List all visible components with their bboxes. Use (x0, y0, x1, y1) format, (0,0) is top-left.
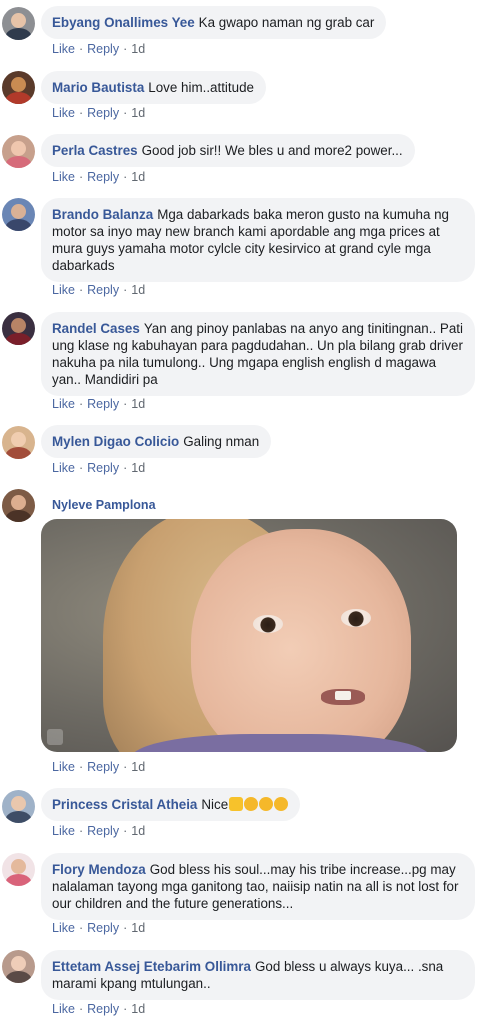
comment-actions: Like · Reply · 1d (52, 921, 146, 935)
like-button[interactable]: Like (52, 1002, 75, 1016)
comment-author[interactable]: Ebyang Onallimes Yee (52, 15, 195, 30)
comment-text: Galing nman (183, 434, 260, 449)
like-button[interactable]: Like (52, 106, 75, 120)
avatar[interactable] (2, 950, 35, 983)
timestamp[interactable]: 1d (131, 760, 145, 774)
reply-button[interactable]: Reply (87, 921, 119, 935)
reply-button[interactable]: Reply (87, 170, 119, 184)
timestamp[interactable]: 1d (131, 106, 145, 120)
timestamp[interactable]: 1d (131, 42, 145, 56)
clapping-hands-emoji-icon (274, 797, 289, 811)
comment-author[interactable]: Perla Castres (52, 143, 138, 158)
avatar[interactable] (2, 426, 35, 459)
comment-bubble: Randel Cases Yan ang pinoy panlabas na an… (41, 312, 475, 396)
comment-actions: Like · Reply · 1d (52, 106, 146, 120)
like-button[interactable]: Like (52, 824, 75, 838)
comment-author[interactable]: Nyleve Pamplona (52, 498, 156, 512)
timestamp[interactable]: 1d (131, 1002, 145, 1016)
comment-text: Ka gwapo naman ng grab car (198, 15, 375, 30)
comment-actions: Like · Reply · 1d (52, 824, 146, 838)
comment-author[interactable]: Mylen Digao Colicio (52, 434, 179, 449)
gif-reaction-image[interactable] (41, 519, 457, 752)
comment-text: Love him..attitude (148, 80, 254, 95)
like-button[interactable]: Like (52, 461, 75, 475)
avatar[interactable] (2, 489, 35, 522)
comment-bubble: Ettetam Assej Etebarim Ollimra God bless … (41, 950, 475, 1000)
like-button[interactable]: Like (52, 760, 75, 774)
avatar[interactable] (2, 853, 35, 886)
comment-actions: Like · Reply · 1d (52, 461, 146, 475)
timestamp[interactable]: 1d (131, 461, 145, 475)
like-button[interactable]: Like (52, 921, 75, 935)
reply-button[interactable]: Reply (87, 461, 119, 475)
reply-button[interactable]: Reply (87, 397, 119, 411)
avatar[interactable] (2, 7, 35, 40)
comment-bubble: Brando Balanza Mga dabarkads baka meron g… (41, 198, 475, 282)
avatar[interactable] (2, 71, 35, 104)
like-button[interactable]: Like (52, 283, 75, 297)
avatar[interactable] (2, 790, 35, 823)
comment-actions: Like · Reply · 1d (52, 760, 146, 774)
timestamp[interactable]: 1d (131, 283, 145, 297)
comment-bubble: Princess Cristal Atheia Nice (41, 788, 301, 821)
comment-actions: Like · Reply · 1d (52, 1002, 146, 1016)
avatar[interactable] (2, 198, 35, 231)
comment-author[interactable]: Mario Bautista (52, 80, 144, 95)
comment-text: Nice (201, 797, 229, 812)
clapping-hands-emoji-icon (259, 797, 274, 811)
comment-author[interactable]: Flory Mendoza (52, 862, 146, 877)
gif-badge-icon (47, 729, 63, 745)
clapping-hands-emoji-icon (244, 797, 259, 811)
reply-button[interactable]: Reply (87, 760, 119, 774)
comment-actions: Like · Reply · 1d (52, 283, 146, 297)
comment-author[interactable]: Princess Cristal Atheia (52, 797, 197, 812)
like-button[interactable]: Like (52, 42, 75, 56)
thumbs-up-emoji-icon (229, 797, 244, 811)
comment-text: Good job sir!! We bles u and more2 power… (141, 143, 403, 158)
comment-bubble: Perla Castres Good job sir!! We bles u an… (41, 134, 415, 167)
comment-author[interactable]: Randel Cases (52, 321, 140, 336)
reply-button[interactable]: Reply (87, 824, 119, 838)
reply-button[interactable]: Reply (87, 1002, 119, 1016)
avatar[interactable] (2, 312, 35, 345)
comment-actions: Like · Reply · 1d (52, 42, 146, 56)
like-button[interactable]: Like (52, 397, 75, 411)
avatar[interactable] (2, 135, 35, 168)
comment-bubble: Ebyang Onallimes Yee Ka gwapo naman ng gr… (41, 6, 387, 39)
timestamp[interactable]: 1d (131, 921, 145, 935)
timestamp[interactable]: 1d (131, 824, 145, 838)
reply-button[interactable]: Reply (87, 283, 119, 297)
comment-actions: Like · Reply · 1d (52, 397, 146, 411)
timestamp[interactable]: 1d (131, 397, 145, 411)
comment-bubble: Flory Mendoza God bless his soul...may hi… (41, 853, 475, 920)
reply-button[interactable]: Reply (87, 106, 119, 120)
comment-author[interactable]: Brando Balanza (52, 207, 153, 222)
comment-bubble: Mylen Digao Colicio Galing nman (41, 425, 272, 458)
like-button[interactable]: Like (52, 170, 75, 184)
comment-actions: Like · Reply · 1d (52, 170, 146, 184)
comment-author[interactable]: Ettetam Assej Etebarim Ollimra (52, 959, 251, 974)
timestamp[interactable]: 1d (131, 170, 145, 184)
reply-button[interactable]: Reply (87, 42, 119, 56)
comment-bubble: Mario Bautista Love him..attitude (41, 71, 266, 104)
